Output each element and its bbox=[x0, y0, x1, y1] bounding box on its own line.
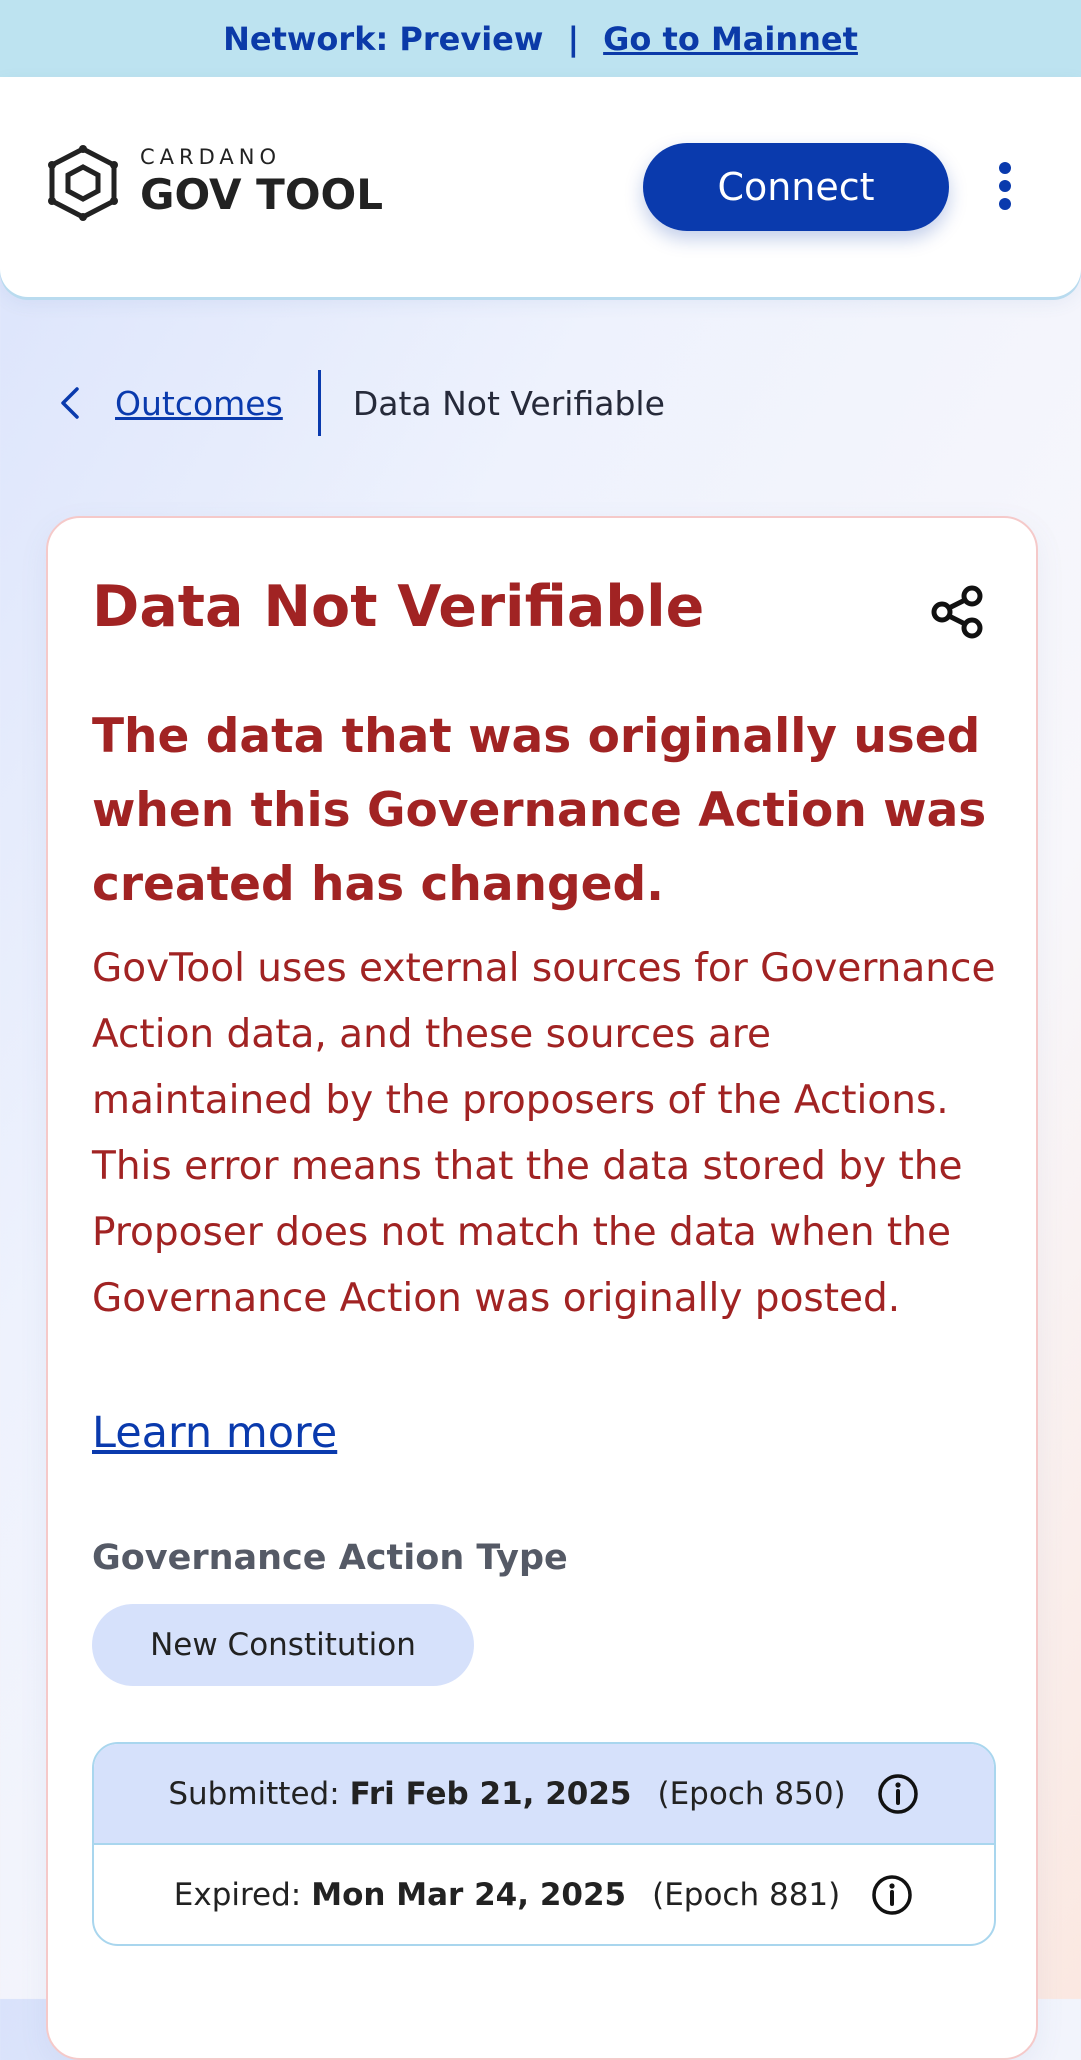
go-to-mainnet-link[interactable]: Go to Mainnet bbox=[603, 20, 858, 58]
action-type-chip: New Constitution bbox=[92, 1604, 474, 1686]
submitted-epoch: (Epoch 850) bbox=[657, 1775, 846, 1812]
info-icon[interactable] bbox=[870, 1873, 914, 1917]
learn-more-link[interactable]: Learn more bbox=[92, 1408, 337, 1458]
card-title: Data Not Verifiable bbox=[92, 574, 705, 640]
breadcrumb-divider bbox=[317, 370, 321, 436]
logo-big-text: GOV TOOL bbox=[140, 170, 383, 220]
expired-row: Expired: Mon Mar 24, 2025 (Epoch 881) bbox=[94, 1843, 994, 1944]
logo-small-text: CARDANO bbox=[140, 145, 282, 170]
cardano-logo-icon bbox=[48, 145, 118, 221]
governance-action-card: Data Not Verifiable The data that was or… bbox=[46, 516, 1038, 2060]
network-banner: Network: Preview | Go to Mainnet bbox=[0, 0, 1081, 77]
breadcrumb: Outcomes Data Not Verifiable bbox=[55, 370, 665, 436]
share-icon[interactable] bbox=[928, 582, 988, 642]
info-icon[interactable] bbox=[876, 1772, 920, 1816]
expired-label: Expired: bbox=[173, 1876, 302, 1913]
dates-box: Submitted: Fri Feb 21, 2025 (Epoch 850) … bbox=[92, 1742, 996, 1946]
submitted-date: Fri Feb 21, 2025 bbox=[349, 1775, 632, 1812]
expired-date: Mon Mar 24, 2025 bbox=[311, 1876, 627, 1913]
kebab-menu-icon[interactable] bbox=[990, 157, 1020, 217]
app-header: CARDANO GOV TOOL Connect bbox=[0, 77, 1081, 297]
network-label: Network: Preview bbox=[223, 19, 544, 58]
action-type-label: Governance Action Type bbox=[92, 1538, 568, 1578]
breadcrumb-outcomes-link[interactable]: Outcomes bbox=[115, 384, 283, 423]
error-description: GovTool uses external sources for Govern… bbox=[92, 946, 996, 1321]
breadcrumb-current: Data Not Verifiable bbox=[352, 383, 665, 423]
banner-separator: | bbox=[567, 19, 580, 58]
connect-button[interactable]: Connect bbox=[643, 143, 949, 231]
chevron-left-icon[interactable] bbox=[55, 383, 85, 423]
submitted-label: Submitted: bbox=[168, 1775, 340, 1812]
govtool-logo[interactable]: CARDANO GOV TOOL bbox=[44, 145, 383, 221]
error-headline: The data that was originally used when t… bbox=[92, 709, 987, 912]
expired-epoch: (Epoch 881) bbox=[652, 1876, 841, 1913]
submitted-row: Submitted: Fri Feb 21, 2025 (Epoch 850) bbox=[94, 1744, 994, 1843]
